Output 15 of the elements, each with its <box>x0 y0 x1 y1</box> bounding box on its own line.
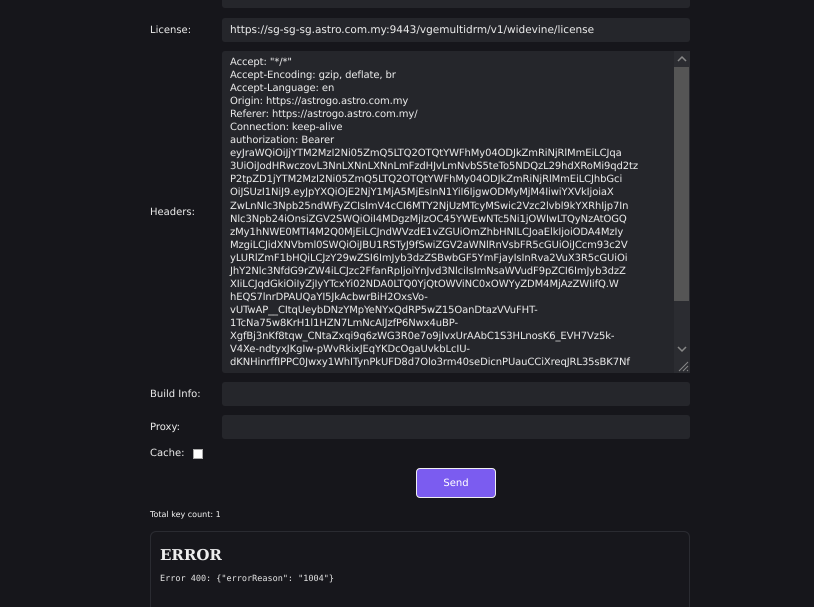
field-label: Proxy: <box>150 422 182 432</box>
error-title: ERROR <box>160 546 223 564</box>
text-field[interactable]: https://sg-sg-sg.astro.com.my:9443/vgemultidrm/v1/widevine/license <box>222 18 690 42</box>
cache-checkbox[interactable] <box>193 448 204 458</box>
scroll-up-icon[interactable] <box>677 55 687 62</box>
scroll-down-icon[interactable] <box>677 346 687 353</box>
key-count-text: Total key count: 1 <box>150 510 222 519</box>
error-message: Error 400: {"errorReason": "1004"} <box>160 574 335 584</box>
resize-grip-icon[interactable] <box>677 360 689 372</box>
field-label: Build Info: <box>150 388 202 400</box>
field-label: Headers: <box>150 206 196 218</box>
field-label: License: <box>150 24 192 36</box>
send-button[interactable]: Send <box>416 468 496 498</box>
scrollbar[interactable] <box>674 51 690 373</box>
field-label: Cache: <box>150 448 184 459</box>
